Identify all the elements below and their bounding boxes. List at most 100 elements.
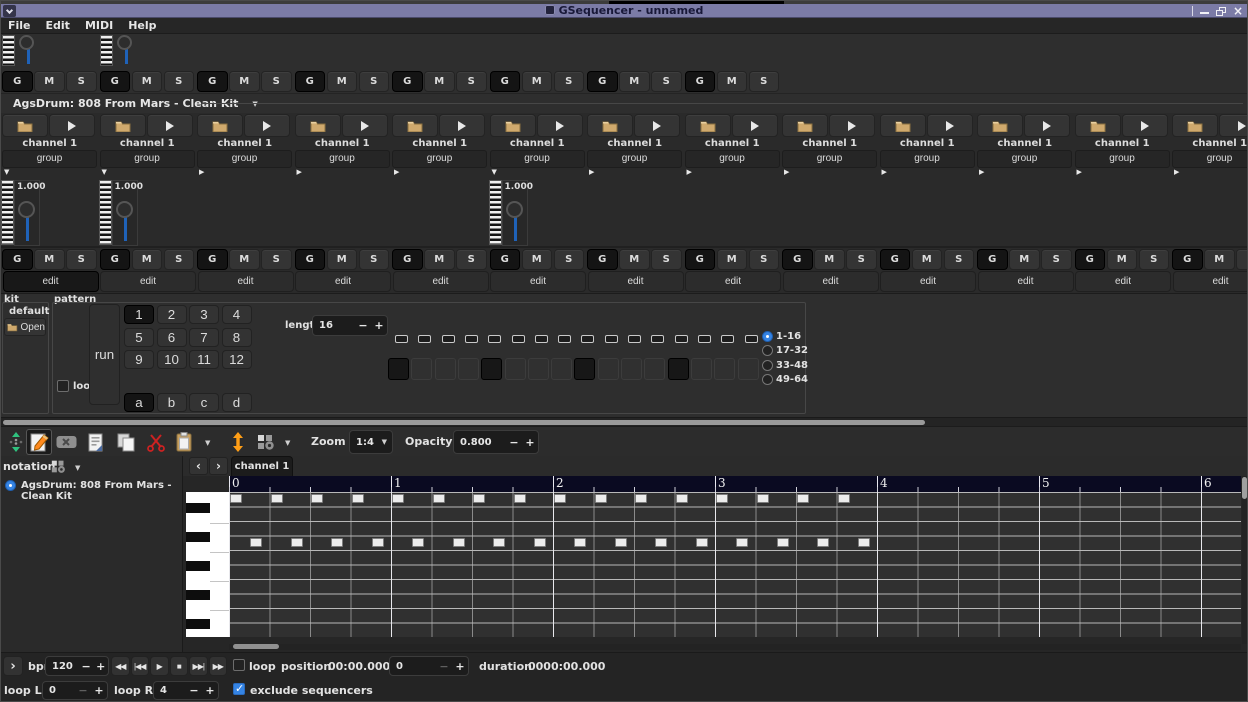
mute-button[interactable]: M [912, 249, 943, 270]
pattern-pad-7[interactable] [528, 358, 549, 380]
next-button[interactable]: ▶▶| [189, 656, 208, 676]
notation-v-scrollbar[interactable] [1242, 476, 1248, 644]
play-button[interactable] [1122, 114, 1168, 137]
clear-tool-button[interactable] [55, 431, 77, 453]
group-toggle-button[interactable]: G [392, 71, 423, 92]
note[interactable] [352, 494, 364, 503]
group-toggle-button[interactable]: G [2, 249, 33, 270]
group-toggle-button[interactable]: G [782, 249, 813, 270]
bank-button-2[interactable]: 2 [157, 305, 187, 324]
bpm-plus-button[interactable]: + [93, 660, 108, 673]
menu-file[interactable]: File [8, 19, 31, 32]
expand-arrow-icon[interactable]: ▶ [196, 168, 294, 177]
group-toggle-button[interactable]: G [295, 71, 326, 92]
collapse-arrow-icon[interactable]: ▼ [489, 168, 587, 177]
solo-button[interactable]: S [749, 249, 780, 270]
open-folder-button[interactable] [295, 114, 341, 137]
solo-button[interactable]: S [66, 249, 97, 270]
menu-edit[interactable]: Edit [46, 19, 70, 32]
group-toggle-button[interactable]: G [880, 249, 911, 270]
bank-button-8[interactable]: 8 [222, 328, 252, 347]
open-kit-button[interactable]: Open [4, 318, 46, 336]
notation-tools-arrow-icon[interactable]: ▼ [75, 464, 80, 472]
opacity-spinbox[interactable]: 0.800 − + [453, 430, 539, 454]
position-spinbox[interactable]: 0 − + [389, 656, 469, 676]
solo-button[interactable]: S [1041, 249, 1072, 270]
note[interactable] [615, 538, 627, 547]
h-scrollbar-thumb[interactable] [3, 420, 925, 425]
open-folder-button[interactable] [685, 114, 731, 137]
menu-help[interactable]: Help [128, 19, 156, 32]
mute-button[interactable]: M [717, 71, 748, 92]
mute-button[interactable]: M [1009, 249, 1040, 270]
group-button[interactable]: group [880, 150, 975, 168]
solo-button[interactable]: S [164, 71, 195, 92]
mute-button[interactable]: M [327, 71, 358, 92]
black-key[interactable] [186, 590, 210, 600]
bank-button-7[interactable]: 7 [189, 328, 219, 347]
open-folder-button[interactable] [880, 114, 926, 137]
pattern-pad-13[interactable] [668, 358, 689, 380]
black-key[interactable] [186, 503, 210, 513]
position-plus-button[interactable]: + [452, 660, 468, 673]
group-toggle-button[interactable]: G [587, 71, 618, 92]
note[interactable] [392, 494, 404, 503]
open-folder-button[interactable] [2, 114, 48, 137]
edit-button[interactable]: edit [685, 271, 781, 292]
mute-button[interactable]: M [34, 249, 65, 270]
mute-button[interactable]: M [132, 249, 163, 270]
group-button[interactable]: group [977, 150, 1072, 168]
bank-button-3[interactable]: 3 [189, 305, 219, 324]
zoom-combobox[interactable]: 1:4 ▼ [349, 430, 393, 454]
tab-channel-1[interactable]: channel 1 [231, 456, 293, 476]
loop-l-minus-button[interactable]: − [75, 684, 91, 697]
bank-button-a[interactable]: a [124, 393, 154, 412]
note[interactable] [372, 538, 384, 547]
run-button[interactable]: run [89, 304, 120, 405]
expander-button[interactable]: › [3, 656, 23, 676]
black-key[interactable] [186, 532, 210, 542]
backward-button[interactable]: ◀◀ [111, 656, 130, 676]
offset-radio-33-48[interactable] [762, 360, 773, 371]
edit-button[interactable]: edit [880, 271, 976, 292]
mute-button[interactable]: M [814, 249, 845, 270]
note[interactable] [291, 538, 303, 547]
open-folder-button[interactable] [587, 114, 633, 137]
expand-arrow-icon[interactable]: ▶ [294, 168, 392, 177]
play-button[interactable] [634, 114, 680, 137]
pattern-pad-4[interactable] [458, 358, 479, 380]
piano-keyboard[interactable] [186, 492, 229, 637]
forward-button[interactable]: ▶▶ [209, 656, 228, 676]
bank-button-d[interactable]: d [222, 393, 252, 412]
group-toggle-button[interactable]: G [490, 71, 521, 92]
pattern-pad-8[interactable] [551, 358, 572, 380]
tools-menu-button[interactable] [255, 431, 277, 453]
play-button[interactable] [439, 114, 485, 137]
bank-button-4[interactable]: 4 [222, 305, 252, 324]
solo-button[interactable]: S [944, 249, 975, 270]
group-toggle-button[interactable]: G [100, 249, 131, 270]
edit-button[interactable]: edit [1075, 271, 1171, 292]
note[interactable] [696, 538, 708, 547]
loop-r-spinbox[interactable]: 4 − + [153, 681, 219, 700]
bank-button-6[interactable]: 6 [157, 328, 187, 347]
bpm-spinbox[interactable]: 120 − + [45, 656, 109, 676]
cut-button[interactable] [145, 431, 167, 453]
loop-l-value[interactable]: 0 [43, 685, 75, 696]
note[interactable] [311, 494, 323, 503]
expand-arrow-icon[interactable]: ▶ [1171, 168, 1247, 177]
menu-midi[interactable]: MIDI [85, 19, 113, 32]
tab-next-button[interactable]: › [209, 457, 228, 475]
solo-button[interactable]: S [359, 71, 390, 92]
solo-button[interactable]: S [1236, 249, 1247, 270]
solo-button[interactable]: S [261, 249, 292, 270]
note[interactable] [817, 538, 829, 547]
bank-button-b[interactable]: b [157, 393, 187, 412]
expand-arrow-icon[interactable]: ▶ [391, 168, 489, 177]
paste-menu-arrow-icon[interactable]: ▼ [205, 439, 210, 447]
mute-button[interactable]: M [522, 249, 553, 270]
position-spin-value[interactable]: 0 [390, 661, 436, 672]
play-button[interactable] [49, 114, 95, 137]
group-toggle-button[interactable]: G [197, 249, 228, 270]
group-toggle-button[interactable]: G [587, 249, 618, 270]
